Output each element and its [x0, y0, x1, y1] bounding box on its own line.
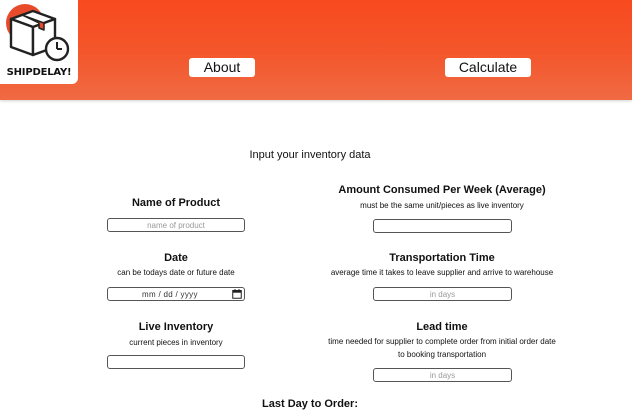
live-inventory-hint: current pieces in inventory [129, 338, 223, 347]
live-inventory-label: Live Inventory [138, 321, 214, 333]
lead-time-hint-line2: to booking transportation [397, 350, 487, 359]
product-name-input[interactable] [107, 218, 245, 232]
live-inventory-input[interactable] [107, 355, 245, 369]
date-value: mm / dd / yyyy [142, 289, 198, 299]
date-label: Date [164, 252, 188, 264]
lead-time-input[interactable] [373, 368, 512, 382]
form-title: Input your inventory data [249, 149, 371, 161]
transportation-time-label: Transportation Time [389, 252, 495, 264]
amount-consumed-label: Amount Consumed Per Week (Average) [338, 184, 546, 196]
date-input[interactable]: mm / dd / yyyy [107, 287, 245, 301]
header-bar: SHIPDELAY! About Calculate [0, 0, 632, 100]
amount-consumed-input[interactable] [373, 219, 512, 233]
last-day-to-order-label: Last Day to Order: [262, 398, 358, 410]
date-hint: can be todays date or future date [117, 268, 235, 277]
lead-time-label: Lead time [416, 321, 468, 333]
transportation-time-input[interactable] [373, 287, 512, 301]
shipdelay-logo[interactable]: SHIPDELAY! [0, 0, 78, 84]
calendar-icon[interactable] [232, 289, 242, 299]
calculate-button[interactable]: Calculate [445, 58, 531, 77]
logo-text: SHIPDELAY! [6, 67, 72, 78]
amount-consumed-hint: must be the same unit/pieces as live inv… [360, 201, 524, 210]
about-button[interactable]: About [189, 58, 255, 77]
product-name-label: Name of Product [131, 197, 220, 209]
lead-time-hint-line1: time needed for supplier to complete ord… [328, 337, 556, 346]
box-clock-icon [6, 4, 70, 62]
transportation-time-hint: average time it takes to leave supplier … [330, 268, 554, 277]
